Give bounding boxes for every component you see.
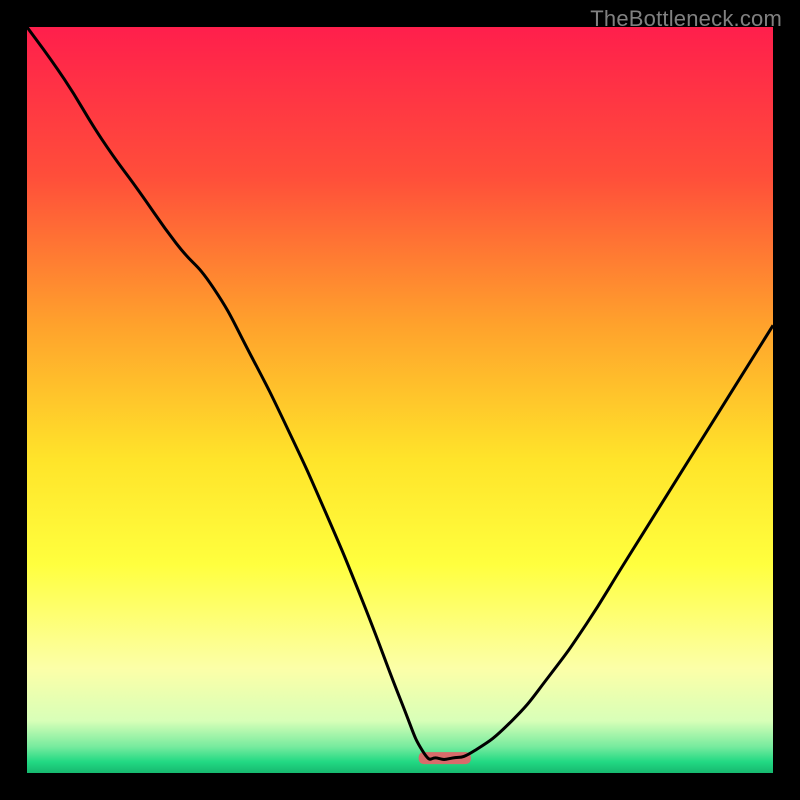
watermark-text: TheBottleneck.com	[590, 6, 782, 32]
chart-container: TheBottleneck.com	[0, 0, 800, 800]
plot-background	[27, 27, 773, 773]
bottleneck-chart	[0, 0, 800, 800]
